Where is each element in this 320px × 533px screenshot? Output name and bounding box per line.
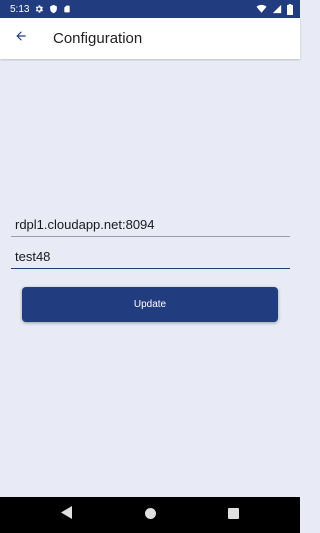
shield-icon xyxy=(49,4,58,14)
wifi-icon xyxy=(256,4,267,14)
host-input[interactable] xyxy=(11,213,290,237)
back-triangle-icon xyxy=(61,506,73,524)
status-bar: 5:13 xyxy=(0,0,300,18)
settings-icon xyxy=(34,4,44,14)
status-right xyxy=(256,3,293,15)
app-bar: Configuration xyxy=(0,18,300,59)
nav-recents-button[interactable] xyxy=(218,500,248,530)
status-left: 5:13 xyxy=(10,4,71,15)
navigation-bar xyxy=(0,497,300,533)
signal-icon xyxy=(272,4,282,14)
battery-icon xyxy=(287,3,293,15)
status-time: 5:13 xyxy=(10,3,30,15)
nav-home-button[interactable] xyxy=(135,500,165,530)
arrow-left-icon xyxy=(14,29,28,48)
recents-square-icon xyxy=(227,506,239,524)
user-input[interactable] xyxy=(11,245,290,269)
page-title: Configuration xyxy=(53,30,143,47)
update-button[interactable]: Update xyxy=(22,287,278,322)
configuration-form: Update xyxy=(0,59,300,497)
back-button[interactable] xyxy=(0,18,42,59)
sd-card-icon xyxy=(63,4,71,14)
home-circle-icon xyxy=(144,506,156,524)
nav-back-button[interactable] xyxy=(52,500,82,530)
